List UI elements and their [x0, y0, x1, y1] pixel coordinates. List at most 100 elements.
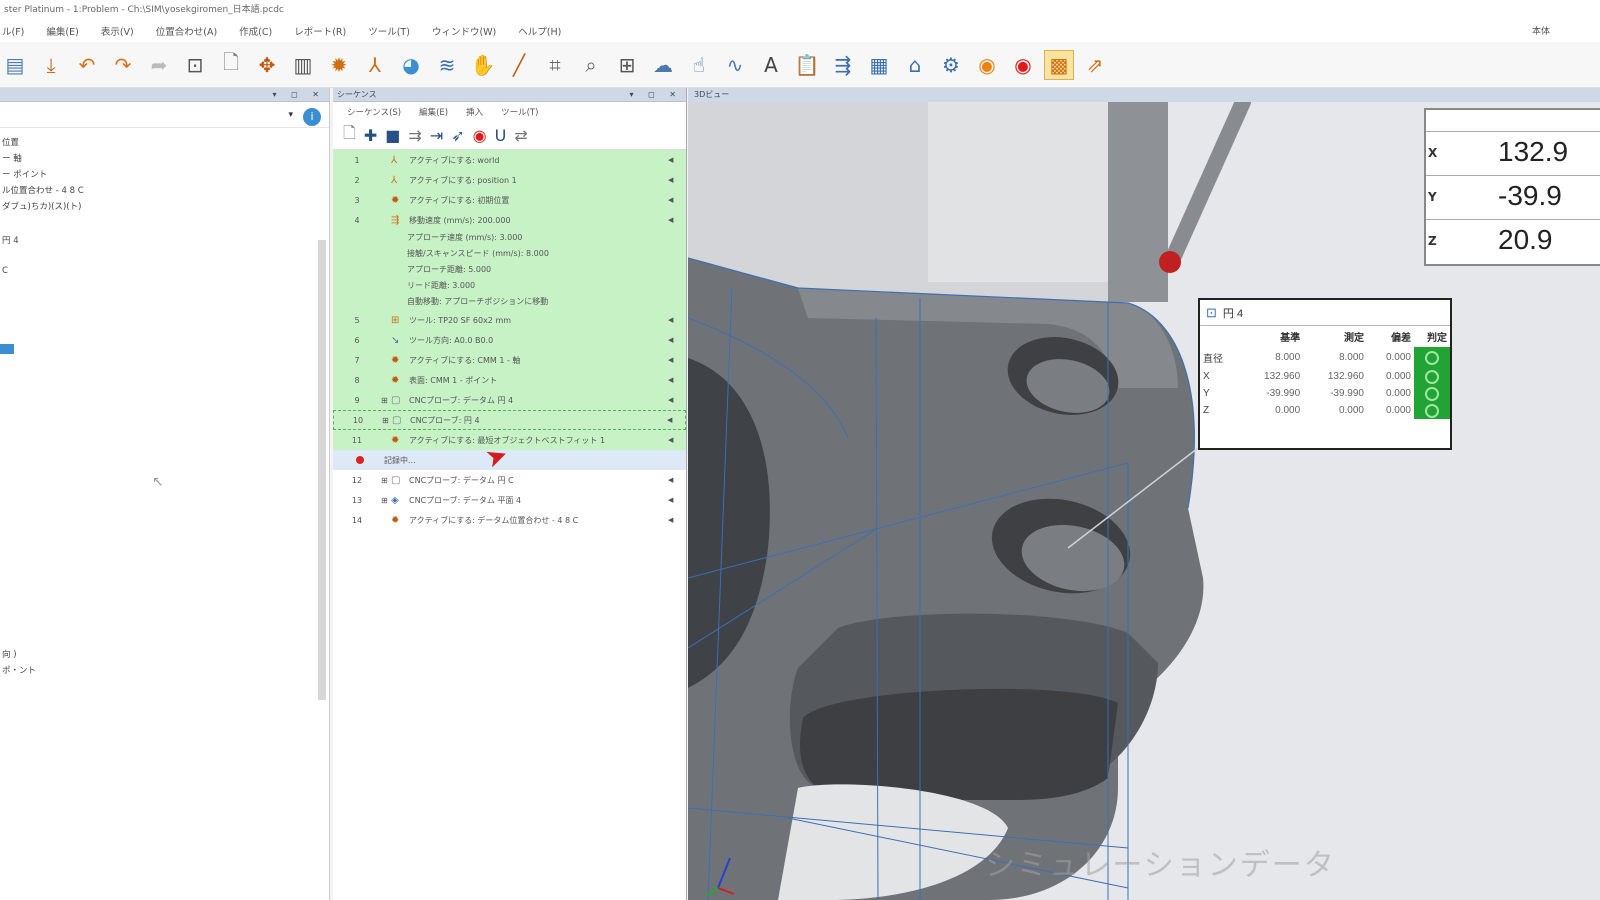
touch-icon[interactable]: ☝ — [684, 50, 714, 80]
tree-item[interactable]: 円 4 — [2, 234, 19, 246]
open-icon[interactable]: ▤ — [0, 50, 30, 80]
seq-menu-sequence[interactable]: シーケンス(S) — [347, 106, 401, 118]
expand-icon[interactable]: ⊞ — [381, 396, 391, 405]
step-number: 12 — [351, 475, 363, 485]
pass-indicator — [1414, 368, 1450, 385]
stop-icon[interactable]: ■ — [385, 126, 400, 145]
clipboard-icon[interactable]: 📋 — [792, 50, 822, 80]
list-item[interactable]: 10 ⊞ ▢ CNCプローブ: 円 4 ◀ — [333, 410, 686, 430]
record-icon[interactable]: ◉ — [473, 126, 487, 145]
panel-controls[interactable]: ▾ ◻ ✕ — [273, 88, 325, 102]
add-icon[interactable]: ✚ — [364, 126, 377, 145]
tree-item[interactable]: ー 軸 — [2, 152, 22, 164]
undo-icon[interactable]: ↶ — [72, 50, 102, 80]
seq-menu-tools[interactable]: ツール(T) — [501, 106, 538, 118]
document-icon[interactable]: 🗋 — [216, 50, 246, 80]
chevron-down-icon[interactable]: ▾ — [288, 110, 293, 120]
loop-icon[interactable]: ⇄ — [514, 126, 527, 145]
tree-item[interactable]: ー ポイント — [2, 168, 47, 180]
menu-align[interactable]: 位置合わせ(A) — [156, 24, 217, 38]
axis-icon[interactable]: ⅄ — [360, 50, 390, 80]
tree-item[interactable]: ル位置合わせ - 4 8 C — [2, 184, 84, 196]
hand-icon[interactable]: ✋ — [468, 50, 498, 80]
grid-icon[interactable]: ▥ — [288, 50, 318, 80]
menu-create[interactable]: 作成(C) — [239, 24, 272, 38]
magnify-icon[interactable]: ⌕ — [576, 50, 606, 80]
chart-icon[interactable]: ⇗ — [1080, 50, 1110, 80]
tree-selected-item[interactable] — [0, 344, 14, 354]
triangle-icon: ◀ — [668, 316, 674, 324]
orange-ring-icon[interactable]: ◉ — [972, 50, 1002, 80]
measurement-result-box[interactable]: ⊡ 円 4 基準 測定 偏差 判定 直径 8.000 8.000 0.000 X… — [1198, 298, 1452, 450]
frame-icon[interactable]: ⊞ — [612, 50, 642, 80]
export-icon[interactable]: ⇶ — [828, 50, 858, 80]
menu-report[interactable]: レポート(R) — [294, 24, 346, 38]
list-item[interactable]: 14 ✹ アクティブにする: データム位置合わせ - 4 8 C ◀ — [333, 510, 686, 530]
tree-item[interactable]: 向 ) — [2, 648, 17, 660]
import-icon[interactable]: ⤓ — [36, 50, 66, 80]
list-item[interactable]: 1 ⅄ アクティブにする: world ◀ — [333, 150, 686, 170]
expand-icon[interactable]: ⊞ — [381, 476, 391, 485]
left-scrollbar[interactable] — [318, 240, 326, 700]
menu-view[interactable]: 表示(V) — [101, 24, 134, 38]
sphere-icon[interactable]: ◕ — [396, 50, 426, 80]
measure-icon[interactable]: ⌗ — [540, 50, 570, 80]
tree-item[interactable]: ダブュ)ちカ)(ス)(ト) — [2, 200, 81, 212]
list-item[interactable]: 11 ✹ アクティブにする: 最短オブジェクトベストフィット 1 ◀ — [333, 430, 686, 450]
tree-item[interactable]: 位置 — [2, 136, 19, 148]
panel-controls[interactable]: ▾ ◻ ✕ — [630, 88, 682, 102]
forward-icon[interactable]: ➦ — [144, 50, 174, 80]
menu-edit[interactable]: 編集(E) — [46, 24, 78, 38]
menu-help[interactable]: ヘルプ(H) — [518, 24, 561, 38]
axis-label: X — [1428, 146, 1438, 160]
col-header-nominal: 基準 — [1280, 333, 1301, 344]
list-item[interactable]: 7 ✹ アクティブにする: CMM 1 - 軸 ◀ — [333, 350, 686, 370]
expand-icon[interactable]: ⊞ — [381, 496, 391, 505]
gear-orange-icon[interactable]: ✹ — [324, 50, 354, 80]
tree-item[interactable]: ポ・ント — [2, 664, 36, 676]
step-icon[interactable]: ⇉ — [408, 126, 421, 145]
seq-menu-edit[interactable]: 編集(E) — [419, 106, 448, 118]
line-icon[interactable]: ╱ — [504, 50, 534, 80]
layers-icon[interactable]: ≋ — [432, 50, 462, 80]
left-combo[interactable]: ▾ i — [0, 106, 329, 128]
axis-label: Z — [1428, 234, 1437, 248]
expand-icon[interactable]: ⊞ — [382, 416, 392, 425]
list-item[interactable]: 2 ⅄ アクティブにする: position 1 ◀ — [333, 170, 686, 190]
report-icon[interactable]: ▩ — [1044, 49, 1074, 80]
magnet-icon[interactable]: Ս — [495, 126, 507, 145]
list-item[interactable]: 8 ✹ 表面: CMM 1 - ポイント ◀ — [333, 370, 686, 390]
menubar-right-label: 本体 — [1531, 27, 1550, 37]
run-step-icon[interactable]: ⇥ — [430, 126, 443, 145]
seq-menu-insert[interactable]: 挿入 — [466, 106, 483, 118]
cloud-icon[interactable]: ☁ — [648, 50, 678, 80]
redo-icon[interactable]: ↷ — [108, 50, 138, 80]
list-item[interactable]: 3 ✹ アクティブにする: 初期位置 ◀ — [333, 190, 686, 210]
tool-icon: ⊞ — [391, 314, 400, 326]
red-ring-icon[interactable]: ◉ — [1008, 50, 1038, 80]
menu-tools[interactable]: ツール(T) — [368, 24, 410, 38]
tree-item[interactable]: C — [2, 266, 8, 276]
probe-icon[interactable]: ✥ — [252, 50, 282, 80]
menu-file[interactable]: ル(F) — [2, 24, 24, 38]
coord-value: 132.9 — [1498, 136, 1569, 167]
list-item[interactable]: 12 ⊞ ▢ CNCプローブ: データム 円 C ◀ — [333, 470, 686, 490]
text-icon[interactable]: A — [756, 50, 786, 80]
list-item[interactable]: 9 ⊞ ▢ CNCプローブ: データム 円 4 ◀ — [333, 390, 686, 410]
run-icon[interactable]: ➶ — [451, 126, 464, 145]
sequence-header: シーケンス ▾ ◻ ✕ — [333, 88, 686, 102]
new-step-icon[interactable]: 🗋 — [343, 122, 356, 149]
machine-icon[interactable]: ⌂ — [900, 50, 930, 80]
menu-window[interactable]: ウィンドウ(W) — [432, 24, 496, 38]
step-number: 11 — [351, 435, 363, 445]
table-icon[interactable]: ▦ — [864, 50, 894, 80]
step-number: 7 — [354, 355, 360, 365]
path-icon[interactable]: ∿ — [720, 50, 750, 80]
camera-icon[interactable]: ⊡ — [180, 50, 210, 80]
list-item[interactable]: 13 ⊞ ◈ CNCプローブ: データム 平面 4 ◀ — [333, 490, 686, 510]
settings-icon[interactable]: ⚙ — [936, 50, 966, 80]
list-item[interactable]: 5 ⊞ ツール: TP20 SF 60x2 mm ◀ — [333, 310, 686, 330]
list-item[interactable]: 4 ⇶ 移動速度 (mm/s): 200.000 ◀ — [333, 210, 686, 230]
list-item[interactable]: 6 ↘ ツール方向: A0.0 B0.0 ◀ — [333, 330, 686, 350]
info-icon[interactable]: i — [303, 108, 321, 126]
